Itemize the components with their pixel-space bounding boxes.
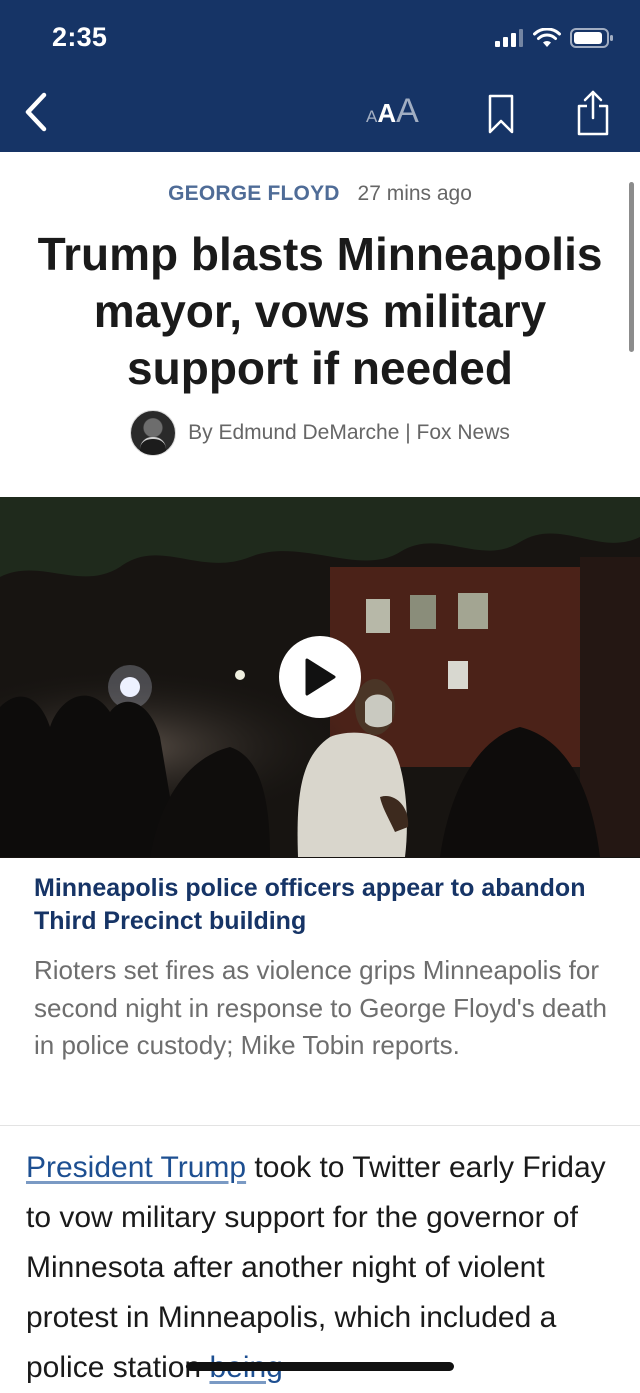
chevron-left-icon (25, 92, 47, 132)
timestamp: 27 mins ago (357, 182, 472, 205)
body-text-segment: took to Twitter early Friday to vow mili… (26, 1151, 606, 1384)
play-button[interactable] (279, 636, 361, 718)
app-header: 2:35 A A A (0, 0, 640, 152)
share-button[interactable] (572, 86, 614, 140)
battery-icon (570, 28, 613, 48)
article-headline: Trump blasts Minneapolis mayor, vows mil… (37, 228, 603, 394)
status-time: 2:35 (52, 22, 108, 52)
share-icon (577, 90, 609, 136)
navigation-bar: A A A (0, 78, 640, 146)
category-link[interactable]: GEORGE FLOYD (168, 182, 340, 205)
cellular-signal-icon (495, 29, 523, 47)
byline-text: By Edmund DeMarche | Fox News (188, 421, 510, 444)
font-size-small-glyph: A (366, 107, 378, 126)
status-icons (494, 27, 614, 49)
author-avatar[interactable] (130, 410, 177, 456)
font-size-large-glyph: A (396, 92, 419, 130)
bookmark-icon (488, 94, 514, 134)
article-meta: GEORGE FLOYD 27 mins ago (0, 182, 640, 206)
body-link-president-trump[interactable]: President Trump (26, 1151, 246, 1184)
section-divider (0, 1125, 640, 1126)
video-description: Rioters set fires as violence grips Minn… (34, 955, 607, 1060)
byline: By Edmund DeMarche | Fox News (0, 410, 640, 456)
article-paragraph: President Trump took to Twitter early Fr… (26, 1143, 626, 1393)
back-button[interactable] (16, 88, 56, 136)
bookmark-button[interactable] (483, 90, 519, 138)
wifi-icon (533, 28, 561, 47)
home-indicator[interactable] (186, 1362, 454, 1371)
video-title[interactable]: Minneapolis police officers appear to ab… (34, 872, 594, 938)
font-size-medium-glyph: A (377, 98, 397, 128)
scrollbar[interactable] (629, 182, 634, 352)
play-icon (305, 658, 336, 696)
font-size-button[interactable]: A A A (366, 92, 419, 132)
